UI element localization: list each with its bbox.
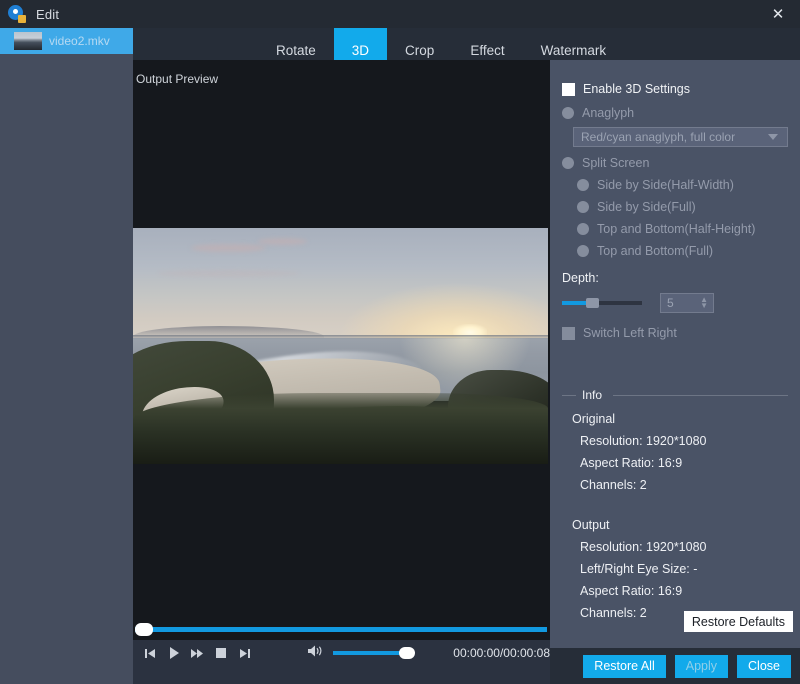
preview-panel: Output Preview	[133, 60, 550, 684]
preview-bottom-strip	[133, 666, 550, 684]
output-preview-label: Output Preview	[133, 72, 550, 86]
anaglyph-label: Anaglyph	[582, 106, 634, 120]
close-button[interactable]: Close	[737, 655, 791, 678]
switch-left-right-checkbox[interactable]	[562, 327, 575, 340]
horizon-line	[133, 335, 548, 339]
split-option-top-bottom-full[interactable]: Top and Bottom(Full)	[577, 244, 800, 258]
split-option-label: Top and Bottom(Full)	[597, 244, 713, 258]
file-sidebar: video2.mkv	[0, 28, 133, 684]
split-screen-label: Split Screen	[582, 156, 649, 170]
anaglyph-mode-select[interactable]: Red/cyan anaglyph, full color	[573, 127, 788, 147]
split-screen-radio[interactable]	[562, 157, 574, 169]
info-original-aspect-ratio: Aspect Ratio: 16:9	[580, 456, 800, 470]
sidebar-file-item[interactable]: video2.mkv	[0, 28, 133, 54]
split-option-label: Side by Side(Half-Width)	[597, 178, 734, 192]
edit-window: Edit ✕ video2.mkv Rotate 3D Crop Effect …	[0, 0, 800, 684]
info-original-resolution: Resolution: 1920*1080	[580, 434, 800, 448]
stop-button[interactable]	[209, 640, 232, 666]
chevron-down-icon	[768, 134, 778, 140]
split-option-label: Side by Side(Full)	[597, 200, 696, 214]
anaglyph-mode-value: Red/cyan anaglyph, full color	[581, 130, 768, 144]
restore-defaults-button[interactable]: Restore Defaults	[684, 611, 793, 632]
foreground-scrub	[133, 393, 548, 464]
disc-tag-logo-icon	[8, 5, 26, 23]
switch-left-right-row[interactable]: Switch Left Right	[562, 326, 800, 340]
sky-layer	[133, 228, 548, 339]
enable-3d-label: Enable 3D Settings	[583, 82, 690, 96]
split-option-radio[interactable]	[577, 201, 589, 213]
volume-handle[interactable]	[399, 647, 415, 659]
split-option-side-by-side-half[interactable]: Side by Side(Half-Width)	[577, 178, 800, 192]
time-display: 00:00:00/00:00:08	[453, 646, 550, 660]
split-option-radio[interactable]	[577, 245, 589, 257]
speaker-icon[interactable]	[308, 644, 323, 662]
volume-slider[interactable]	[333, 651, 411, 655]
play-button[interactable]	[162, 640, 185, 666]
restore-all-button[interactable]: Restore All	[583, 655, 665, 678]
anaglyph-radio[interactable]	[562, 107, 574, 119]
sidebar-file-label: video2.mkv	[49, 34, 110, 48]
seek-slider[interactable]	[135, 627, 547, 632]
next-button[interactable]	[233, 640, 256, 666]
seek-bar-row	[133, 618, 550, 640]
split-option-radio[interactable]	[577, 179, 589, 191]
depth-label: Depth:	[562, 271, 800, 285]
split-option-side-by-side-full[interactable]: Side by Side(Full)	[577, 200, 800, 214]
depth-slider-handle[interactable]	[586, 298, 599, 308]
split-option-top-bottom-half[interactable]: Top and Bottom(Half-Height)	[577, 222, 800, 236]
split-screen-row[interactable]: Split Screen	[562, 156, 800, 170]
depth-stepper[interactable]: 5 ▲▼	[660, 293, 714, 313]
info-output-resolution: Resolution: 1920*1080	[580, 540, 800, 554]
cloud-shape	[158, 270, 299, 277]
window-title: Edit	[36, 7, 59, 22]
video-thumbnail-icon	[14, 32, 42, 50]
info-output-aspect-ratio: Aspect Ratio: 16:9	[580, 584, 800, 598]
depth-slider[interactable]	[562, 301, 642, 305]
info-original-heading: Original	[572, 412, 800, 426]
info-output-eye-size: Left/Right Eye Size: -	[580, 562, 800, 576]
enable-3d-checkbox[interactable]	[562, 83, 575, 96]
close-icon[interactable]: ✕	[756, 0, 800, 28]
cloud-shape	[191, 244, 266, 253]
depth-slider-fill	[562, 301, 587, 305]
split-option-label: Top and Bottom(Half-Height)	[597, 222, 755, 236]
cloud-shape	[258, 238, 308, 245]
anaglyph-row[interactable]: Anaglyph	[562, 106, 800, 120]
info-output-heading: Output	[572, 518, 800, 532]
title-bar: Edit ✕	[0, 0, 800, 28]
action-bar: Restore All Apply Close	[550, 648, 800, 684]
seek-handle[interactable]	[135, 623, 153, 636]
previous-button[interactable]	[139, 640, 162, 666]
depth-control-row: 5 ▲▼	[562, 293, 800, 313]
volume-control	[308, 644, 411, 662]
info-original-channels: Channels: 2	[580, 478, 800, 492]
depth-value: 5	[667, 296, 700, 310]
video-preview[interactable]	[133, 228, 548, 464]
enable-3d-row[interactable]: Enable 3D Settings	[562, 82, 800, 96]
switch-left-right-label: Switch Left Right	[583, 326, 677, 340]
transport-controls: 00:00:00/00:00:08	[133, 640, 550, 666]
settings-panel: Enable 3D Settings Anaglyph Red/cyan ana…	[550, 60, 800, 648]
split-option-radio[interactable]	[577, 223, 589, 235]
apply-button[interactable]: Apply	[675, 655, 728, 678]
info-group-separator: Info	[562, 388, 788, 402]
fast-forward-button[interactable]	[186, 640, 209, 666]
stepper-arrows-icon[interactable]: ▲▼	[700, 297, 708, 309]
info-caption: Info	[582, 388, 602, 402]
